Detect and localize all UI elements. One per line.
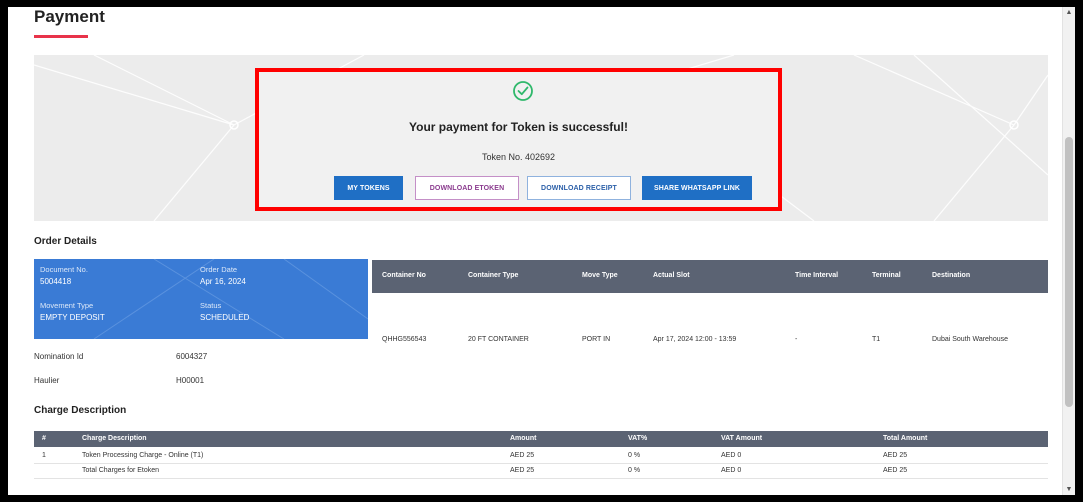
container-table-header: Container No Container Type Move Type Ac… [372, 260, 1048, 293]
column-header: VAT Amount [721, 435, 763, 442]
scroll-down-arrow-icon[interactable]: ▼ [1063, 486, 1075, 493]
column-header: Terminal [872, 272, 901, 279]
haulier-value: H00001 [176, 376, 205, 385]
column-header: Container Type [468, 272, 519, 279]
column-header: VAT% [628, 435, 648, 442]
charge-description-cell: Total Charges for Etoken [82, 467, 160, 474]
row-number-cell: 1 [42, 452, 46, 459]
table-row: Total Charges for Etoken AED 25 0 % AED … [34, 464, 1048, 479]
order-date-value: Apr 16, 2024 [200, 277, 246, 286]
vat-percent-cell: 0 % [628, 452, 641, 459]
status-value: SCHEDULED [200, 313, 250, 322]
vat-amount-cell: AED 0 [721, 467, 742, 474]
vertical-scrollbar[interactable]: ▲ ▼ [1062, 7, 1075, 495]
column-header: Time Interval [795, 272, 839, 279]
payment-page: Payment Your payment for Token is succes… [8, 7, 1075, 495]
title-underline [34, 35, 88, 38]
amount-cell: AED 25 [510, 467, 535, 474]
total-amount-cell: AED 25 [883, 452, 908, 459]
charge-table-header: # Charge Description Amount VAT% VAT Amo… [34, 431, 1048, 447]
container-no-cell: QHHG556543 [382, 336, 427, 343]
download-receipt-button[interactable]: DOWNLOAD RECEIPT [527, 176, 631, 200]
total-amount-cell: AED 25 [883, 467, 908, 474]
column-header: Destination [932, 272, 971, 279]
order-summary-card: Document No. 5004418 Order Date Apr 16, … [34, 259, 368, 339]
charge-description-cell: Token Processing Charge - Online (T1) [82, 452, 204, 459]
column-header: # [42, 435, 46, 442]
haulier-label: Haulier [34, 376, 60, 385]
movement-type-label: Movement Type [40, 301, 94, 310]
destination-cell: Dubai South Warehouse [932, 336, 1009, 343]
move-type-cell: PORT IN [582, 336, 611, 343]
check-circle-icon [513, 81, 533, 101]
terminal-cell: T1 [872, 336, 881, 343]
my-tokens-button[interactable]: MY TOKENS [334, 176, 403, 200]
actual-slot-cell: Apr 17, 2024 12:00 - 13:59 [653, 336, 737, 343]
scroll-up-arrow-icon[interactable]: ▲ [1063, 9, 1075, 16]
column-header: Total Amount [883, 435, 928, 442]
column-header: Move Type [582, 272, 618, 279]
page-title: Payment [34, 7, 105, 26]
status-label: Status [200, 301, 222, 310]
container-type-cell: 20 FT CONTAINER [468, 336, 529, 343]
time-interval-cell: - [795, 336, 798, 343]
column-header: Charge Description [82, 435, 147, 442]
column-header: Container No [382, 272, 426, 279]
charge-description-title: Charge Description [34, 405, 127, 416]
table-row: 1 Token Processing Charge - Online (T1) … [34, 449, 1048, 464]
order-details-title: Order Details [34, 236, 97, 247]
nomination-id-label: Nomination Id [34, 352, 84, 361]
vat-percent-cell: 0 % [628, 467, 641, 474]
amount-cell: AED 25 [510, 452, 535, 459]
token-number: Token No. 402692 [481, 152, 556, 162]
share-whatsapp-link-button[interactable]: SHARE WHATSAPP LINK [642, 176, 752, 200]
document-no-label: Document No. [40, 265, 88, 274]
success-message: Your payment for Token is successful! [409, 120, 628, 134]
nomination-id-value: 6004327 [176, 352, 208, 361]
column-header: Amount [510, 435, 537, 442]
download-etoken-button[interactable]: DOWNLOAD ETOKEN [415, 176, 519, 200]
payment-confirmation-box: Your payment for Token is successful! To… [255, 68, 782, 211]
scrollbar-thumb[interactable] [1065, 137, 1073, 407]
order-date-label: Order Date [200, 265, 238, 274]
column-header: Actual Slot [653, 272, 690, 279]
vat-amount-cell: AED 0 [721, 452, 742, 459]
document-no-value: 5004418 [40, 277, 72, 286]
movement-type-value: EMPTY DEPOSIT [40, 313, 105, 322]
